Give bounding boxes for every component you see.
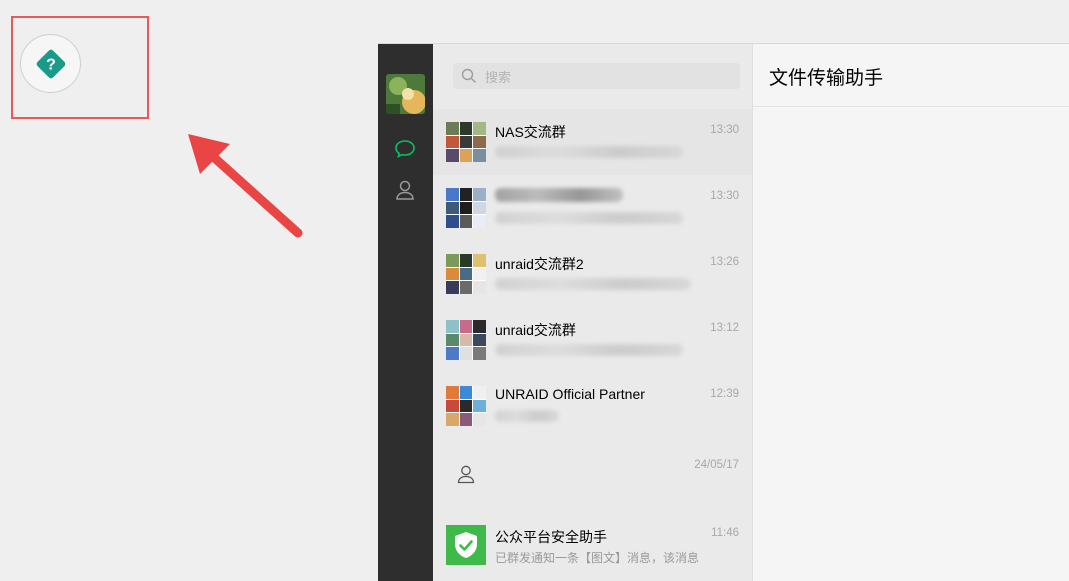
help-button[interactable]: ? <box>20 34 81 93</box>
list-item[interactable]: 24/05/17 <box>433 439 752 505</box>
chat-time: 11:46 <box>711 527 739 539</box>
chat-time: 12:39 <box>710 388 739 400</box>
list-item[interactable]: UNRAID Official Partner 12:39 <box>433 373 752 439</box>
chat-name: NAS交流群 <box>495 124 566 140</box>
wechat-window: NAS交流群 13:30 13:30 unraid交流群2 13:26 <box>378 43 1069 581</box>
chat-time: 13:26 <box>710 256 739 268</box>
chat-preview-redacted <box>495 278 691 293</box>
group-avatar <box>446 386 486 426</box>
chat-time: 13:12 <box>710 322 739 334</box>
chat-preview: 已群发通知一条【图文】消息，该消息 <box>495 551 700 565</box>
list-item[interactable]: unraid交流群2 13:26 <box>433 241 752 307</box>
list-item[interactable]: 公众平台安全助手 11:46 已群发通知一条【图文】消息，该消息 <box>433 505 752 571</box>
chat-name: unraid交流群 <box>495 322 576 338</box>
chat-icon[interactable] <box>394 139 416 159</box>
group-avatar <box>446 320 486 360</box>
chat-name-redacted <box>495 188 623 205</box>
chat-preview-redacted <box>495 410 559 425</box>
group-avatar <box>446 188 486 228</box>
person-icon <box>457 465 475 484</box>
svg-text:?: ? <box>46 56 56 73</box>
search-icon <box>461 68 476 83</box>
search-box[interactable] <box>453 63 740 89</box>
chat-time: 24/05/17 <box>694 459 739 471</box>
chat-time: 13:30 <box>710 124 739 136</box>
chat-preview-redacted <box>495 212 683 227</box>
search-input[interactable] <box>483 66 727 88</box>
sidebar <box>378 44 433 581</box>
help-diamond-icon: ? <box>36 49 65 78</box>
conversation-header: 文件传输助手 <box>753 44 1069 107</box>
group-avatar <box>446 254 486 294</box>
chat-time: 13:30 <box>710 190 739 202</box>
chat-name: unraid交流群2 <box>495 256 584 272</box>
contacts-icon[interactable] <box>394 179 416 201</box>
avatar[interactable] <box>386 74 425 114</box>
conversation-panel: 文件传输助手 <box>753 44 1069 581</box>
pointer-arrow-icon <box>188 134 303 238</box>
page-title: 文件传输助手 <box>769 68 884 89</box>
list-item[interactable]: 13:30 <box>433 175 752 241</box>
chat-preview-redacted <box>495 146 683 161</box>
shield-check-icon <box>446 525 486 565</box>
chat-name: 公众平台安全助手 <box>495 529 607 545</box>
list-item[interactable]: unraid交流群 13:12 <box>433 307 752 373</box>
chat-preview-redacted <box>495 344 683 359</box>
chat-name: UNRAID Official Partner <box>495 386 645 402</box>
group-avatar <box>446 122 486 162</box>
list-item[interactable]: NAS交流群 13:30 <box>433 109 752 175</box>
chat-list: NAS交流群 13:30 13:30 unraid交流群2 13:26 <box>433 44 753 581</box>
